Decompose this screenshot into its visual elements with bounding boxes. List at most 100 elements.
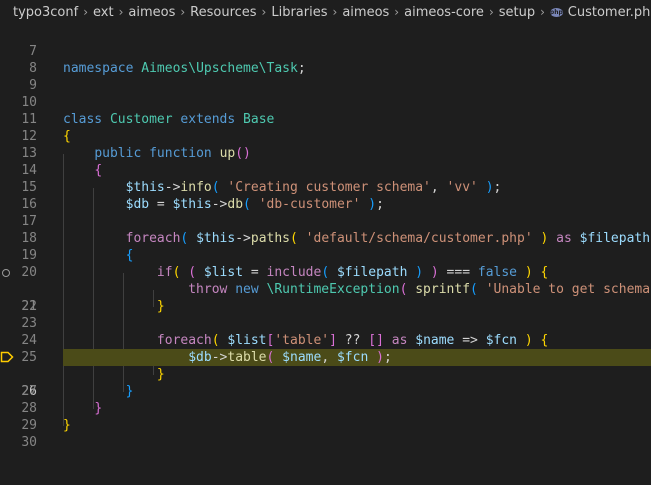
code-line[interactable]: 14 public function up(): [0, 145, 651, 178]
token-variable: $name: [282, 350, 322, 365]
chevron-right-icon: ›: [488, 5, 494, 19]
token-control: include: [266, 265, 322, 280]
code-line[interactable]: 20 {: [0, 247, 651, 280]
token-bracket: []: [368, 333, 384, 348]
code-line[interactable]: 17 $db = $this->db( 'db-customer' );: [0, 196, 651, 229]
code-editor[interactable]: 7 8 9 namespace Aimeos\Upscheme\Task; 10…: [0, 24, 651, 450]
token-punct: ,: [430, 180, 447, 195]
token-bracket: ): [430, 265, 439, 280]
token-keyword: function: [149, 146, 212, 161]
breadcrumb-file[interactable]: Customer.php: [568, 5, 651, 20]
token-control: foreach: [125, 231, 181, 246]
code-line[interactable]: 9 namespace Aimeos\Upscheme\Task;: [0, 60, 651, 93]
token-class: \RuntimeException: [266, 282, 400, 297]
chevron-right-icon: ›: [394, 5, 400, 19]
token-variable: $this: [196, 231, 236, 246]
token-variable: $db: [188, 350, 212, 365]
token-bracket: ): [376, 350, 384, 365]
chevron-right-icon: ›: [180, 5, 186, 19]
token-keyword: false: [477, 265, 518, 280]
chevron-right-icon: ›: [83, 5, 88, 19]
code-line-current[interactable]: 26 $db->table( $name, $fcn );: [0, 349, 651, 399]
token-bracket: (: [470, 282, 478, 297]
token-operator: ->: [211, 350, 228, 365]
token-variable: $filepath: [336, 265, 408, 280]
code-line[interactable]: 19 foreach( $this->paths( 'default/schem…: [0, 230, 651, 263]
token-punct: ;: [297, 61, 306, 76]
code-line[interactable]: 18: [0, 213, 651, 246]
token-string: 'Creating customer schema': [227, 180, 431, 195]
token-bracket: (: [211, 333, 220, 348]
breadcrumb-item[interactable]: typo3conf: [13, 5, 78, 20]
token-bracket: (): [235, 146, 251, 161]
token-variable: $db: [125, 197, 150, 212]
code-line[interactable]: 25 foreach( $list['table'] ?? [] as $nam…: [0, 332, 651, 365]
code-line[interactable]: 29 }: [0, 400, 651, 433]
token-class: Customer: [109, 112, 173, 127]
code-line[interactable]: 8: [0, 43, 651, 76]
code-line[interactable]: 13 {: [0, 128, 651, 161]
code-line[interactable]: 30 }: [0, 417, 651, 450]
token-keyword: extends: [180, 112, 236, 127]
code-line[interactable]: 15 {: [0, 162, 651, 195]
chevron-right-icon: ›: [540, 5, 545, 19]
token-bracket: }: [94, 401, 103, 416]
token-variable: $fcn: [336, 350, 369, 365]
token-function: paths: [250, 231, 291, 246]
token-bracket: {: [94, 163, 103, 178]
breadcrumb-item[interactable]: setup: [499, 5, 535, 20]
code-line[interactable]: 24: [0, 315, 651, 348]
code-line[interactable]: 10: [0, 77, 651, 110]
breadcrumb-item[interactable]: aimeos: [128, 5, 175, 20]
token-keyword: as: [556, 231, 572, 246]
token-bracket: ): [368, 197, 377, 212]
token-bracket: (: [180, 231, 189, 246]
code-line[interactable]: 28 }: [0, 383, 651, 416]
token-operator: =: [149, 197, 173, 212]
breadcrumb: typo3conf › ext › aimeos › Resources › Libra…: [0, 0, 651, 24]
code-line[interactable]: 11: [0, 94, 651, 127]
token-bracket: (: [290, 231, 298, 246]
breadcrumb-item[interactable]: Resources: [190, 5, 256, 20]
token-bracket: }: [63, 418, 71, 433]
token-function: db: [227, 197, 244, 212]
token-class: Base: [243, 112, 275, 127]
breakpoint-hint-icon[interactable]: [2, 269, 10, 277]
token-bracket: {: [540, 265, 549, 280]
token-operator: ===: [438, 265, 478, 280]
token-bracket: {: [125, 248, 134, 263]
token-namespace: Aimeos\Upscheme\Task: [141, 61, 298, 76]
token-keyword: namespace: [63, 61, 134, 76]
token-function: sprintf: [415, 282, 471, 297]
token-punct: ,: [321, 350, 337, 365]
token-bracket: }: [156, 299, 165, 314]
line-number: 30: [21, 435, 37, 450]
token-variable: $list: [227, 333, 267, 348]
code-line[interactable]: 22 throw new \RuntimeException( sprintf(…: [0, 281, 651, 314]
token-variable: $this: [125, 180, 165, 195]
chevron-right-icon: ›: [332, 5, 338, 19]
token-bracket: ): [524, 265, 533, 280]
token-bracket: (: [266, 350, 275, 365]
breadcrumb-item[interactable]: Libraries: [271, 5, 327, 20]
chevron-right-icon: ›: [118, 5, 124, 19]
code-line[interactable]: 21 if( ( $list = include( $filepath ) ) …: [0, 264, 651, 314]
breadcrumb-item[interactable]: aimeos-core: [404, 5, 484, 20]
token-operator: ->: [235, 231, 251, 246]
code-line[interactable]: 23 }: [0, 298, 651, 331]
token-string: 'Unable to get schema fr: [485, 282, 651, 297]
code-line[interactable]: 16 $this->info( 'Creating customer schem…: [0, 179, 651, 212]
breadcrumb-item[interactable]: aimeos: [342, 5, 389, 20]
code-line[interactable]: 7: [0, 26, 651, 59]
code-line[interactable]: 27 }: [0, 366, 651, 399]
token-string: 'table': [274, 333, 330, 348]
token-bracket: (: [243, 197, 251, 212]
breadcrumb-item[interactable]: ext: [93, 5, 114, 20]
token-variable: $list: [203, 265, 244, 280]
token-bracket: (: [211, 180, 220, 195]
debug-current-line-icon[interactable]: [0, 351, 14, 363]
token-bracket: (: [321, 265, 330, 280]
token-bracket: ): [540, 231, 549, 246]
token-variable: $fcn: [485, 333, 518, 348]
code-line[interactable]: 12 class Customer extends Base: [0, 111, 651, 144]
